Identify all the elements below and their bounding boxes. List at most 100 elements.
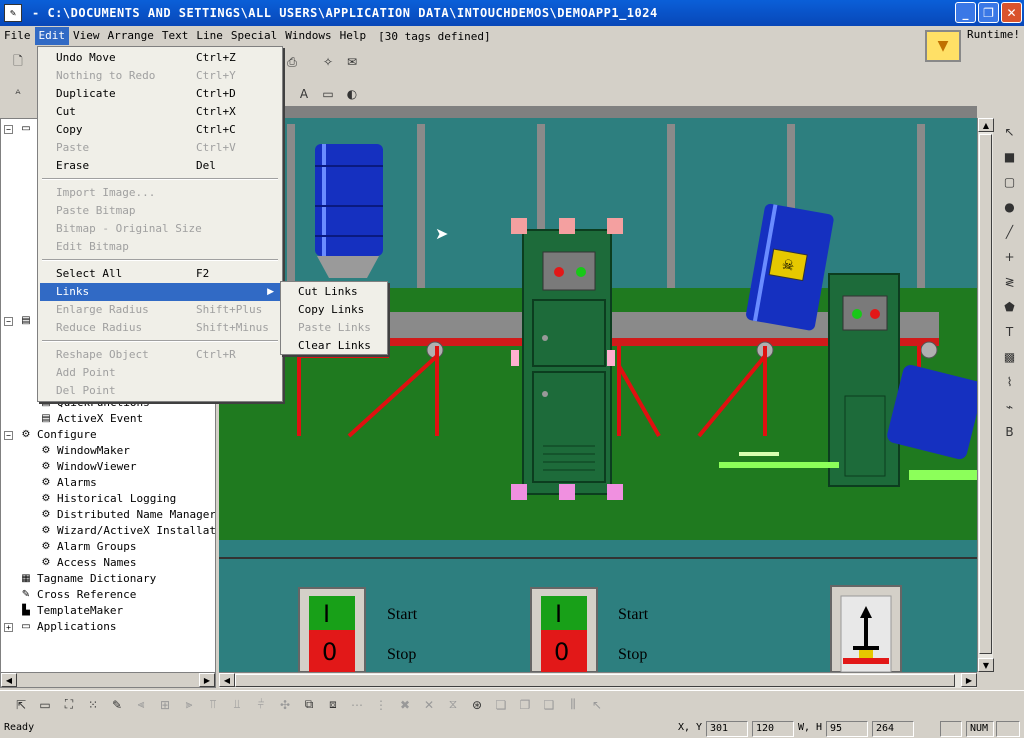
restore-button[interactable]: ❐ [978,2,999,23]
runtime-link[interactable]: Runtime! [967,28,1020,41]
scroll-right-icon[interactable]: ▶ [961,673,977,687]
menu-item-import-image[interactable]: Import Image... [40,184,280,202]
flip-vertical-icon[interactable]: ⧖ [442,694,464,716]
hv-line-tool-icon[interactable]: + [999,246,1021,268]
align-middle-icon[interactable]: ⫫ [226,694,248,716]
space-vertical-icon[interactable]: ⋮ [370,694,392,716]
tree-item-windowmaker[interactable]: ⚙ WindowMaker [39,443,130,459]
full-screen-icon[interactable]: ▭ [34,694,56,716]
link-cursor-icon[interactable]: ⇱ [10,694,32,716]
send-back-icon[interactable]: ❐ [514,694,536,716]
menu-item-duplicate[interactable]: Duplicate Ctrl+D [40,85,280,103]
menu-item-clear-links[interactable]: Clear Links [283,337,387,355]
scroll-left-icon[interactable]: ◀ [1,673,17,687]
menu-item-cut[interactable]: Cut Ctrl+X [40,103,280,121]
make-symbol-icon[interactable]: ⧉ [298,694,320,716]
realtime-trend-tool-icon[interactable]: ⌇ [999,371,1021,393]
text-tool-icon[interactable]: T [999,321,1021,343]
align-center-icon[interactable]: ⊞ [154,694,176,716]
duplicate-icon[interactable]: ❑ [538,694,560,716]
tree-item-access-names[interactable]: ⚙ Access Names [39,555,137,571]
align-right-icon[interactable]: ⫸ [178,694,200,716]
expander[interactable]: − [4,431,13,440]
scroll-up-icon[interactable]: ▲ [978,118,994,132]
tree-item-historical-logging[interactable]: ⚙ Historical Logging [39,491,177,507]
wizard-tool-icon[interactable]: ⫼ [562,694,584,716]
menu-item-del-point[interactable]: Del Point [40,382,280,400]
canvas-vertical-scrollbar[interactable]: ▲ ▼ [977,118,994,672]
tree-item-activex-event[interactable]: ▤ ActiveX Event [39,411,143,427]
polyline-tool-icon[interactable]: ≷ [999,271,1021,293]
menu-item-copy-links[interactable]: Copy Links [283,301,387,319]
tree-scripts-node[interactable]: ▤ [19,313,37,329]
menu-text[interactable]: Text [158,27,193,45]
wizard-icon[interactable]: ✧ [317,51,339,73]
menu-item-add-point[interactable]: Add Point [40,364,280,382]
close-button[interactable]: ✕ [1001,2,1022,23]
button-tool-icon[interactable]: B [999,421,1021,443]
bitmap-tool-icon[interactable]: ▩ [999,346,1021,368]
window-canvas[interactable]: ☠ I 0 I 0 Start Stop Start Stop ➤ [219,106,977,672]
menu-item-bitmap-original-size[interactable]: Bitmap - Original Size [40,220,280,238]
scroll-right-icon[interactable]: ▶ [199,673,215,687]
menu-help[interactable]: Help [336,27,371,45]
rounded-rectangle-tool-icon[interactable]: ▢ [999,171,1021,193]
menu-item-copy[interactable]: Copy Ctrl+C [40,121,280,139]
menu-item-enlarge-radius[interactable]: Enlarge Radius Shift+Plus [40,301,280,319]
tree-item-applications[interactable]: ▭ Applications [19,619,116,635]
menu-item-paste-links[interactable]: Paste Links [283,319,387,337]
selected-machine[interactable] [511,218,623,500]
tree-item-cross-reference[interactable]: ✎ Cross Reference [19,587,137,603]
menu-item-paste-bitmap[interactable]: Paste Bitmap [40,202,280,220]
minimize-button[interactable]: _ [955,2,976,23]
menu-edit[interactable]: Edit [34,27,69,45]
menu-special[interactable]: Special [227,27,281,45]
menu-windows[interactable]: Windows [281,27,335,45]
horizontal-scroll-thumb[interactable] [235,674,955,687]
align-bottom-icon[interactable]: ⫩ [250,694,272,716]
rectangle-tool-icon[interactable]: ■ [999,146,1021,168]
pointer-tool-icon[interactable]: ↖ [586,694,608,716]
fill-color-icon[interactable]: ▭ [317,83,339,105]
menu-item-edit-bitmap[interactable]: Edit Bitmap [40,238,280,256]
menu-item-links[interactable]: Links ▶ [40,283,280,301]
grid-icon[interactable]: ⁙ [82,694,104,716]
menu-line[interactable]: Line [192,27,227,45]
tree-item-tagname-dictionary[interactable]: ▦ Tagname Dictionary [19,571,156,587]
polygon-tool-icon[interactable]: ⬟ [999,296,1021,318]
expander[interactable]: + [4,623,13,632]
ruler-icon[interactable]: ✎ [106,694,128,716]
make-cell-icon[interactable]: ⊛ [466,694,488,716]
tree-item-alarms[interactable]: ⚙ Alarms [39,475,97,491]
text-color-icon[interactable]: A [293,83,315,105]
menu-item-cut-links[interactable]: Cut Links [283,283,387,301]
expander[interactable]: − [4,317,13,326]
app-icon[interactable]: ✎ [4,4,22,22]
window-color-icon[interactable]: ◐ [341,83,363,105]
script-icon[interactable]: ✉ [341,51,363,73]
tree-item-wizard-activex[interactable]: ⚙ Wizard/ActiveX Installatio [39,523,215,539]
menu-item-reduce-radius[interactable]: Reduce Radius Shift+Minus [40,319,280,337]
flip-horizontal-icon[interactable]: ✕ [418,694,440,716]
tree-windows-node[interactable]: ▭ [19,121,37,137]
menu-item-reshape-object[interactable]: Reshape Object Ctrl+R [40,346,280,364]
menu-arrange[interactable]: Arrange [104,27,158,45]
tree-item-windowviewer[interactable]: ⚙ WindowViewer [39,459,137,475]
menu-item-select-all[interactable]: Select All F2 [40,265,280,283]
menu-file[interactable]: File [0,27,35,45]
rotate-icon[interactable]: ✖ [394,694,416,716]
scroll-down-icon[interactable]: ▼ [978,658,994,672]
align-centers-icon[interactable]: ✣ [274,694,296,716]
menu-item-paste[interactable]: Paste Ctrl+V [40,139,280,157]
scroll-left-icon[interactable]: ◀ [219,673,235,687]
space-horizontal-icon[interactable]: ⋯ [346,694,368,716]
align-top-icon[interactable]: ⫪ [202,694,224,716]
canvas-horizontal-scrollbar[interactable]: ◀ ▶ [219,672,977,688]
new-file-icon[interactable]: 🗋 [7,51,29,73]
print-icon[interactable]: ⎙ [281,51,303,73]
menu-item-redo[interactable]: Nothing to Redo Ctrl+Y [40,67,280,85]
spell-check-icon[interactable]: ᴬ [7,83,29,105]
vertical-scroll-thumb[interactable] [979,134,992,654]
tree-item-alarm-groups[interactable]: ⚙ Alarm Groups [39,539,137,555]
expander[interactable]: − [4,125,13,134]
